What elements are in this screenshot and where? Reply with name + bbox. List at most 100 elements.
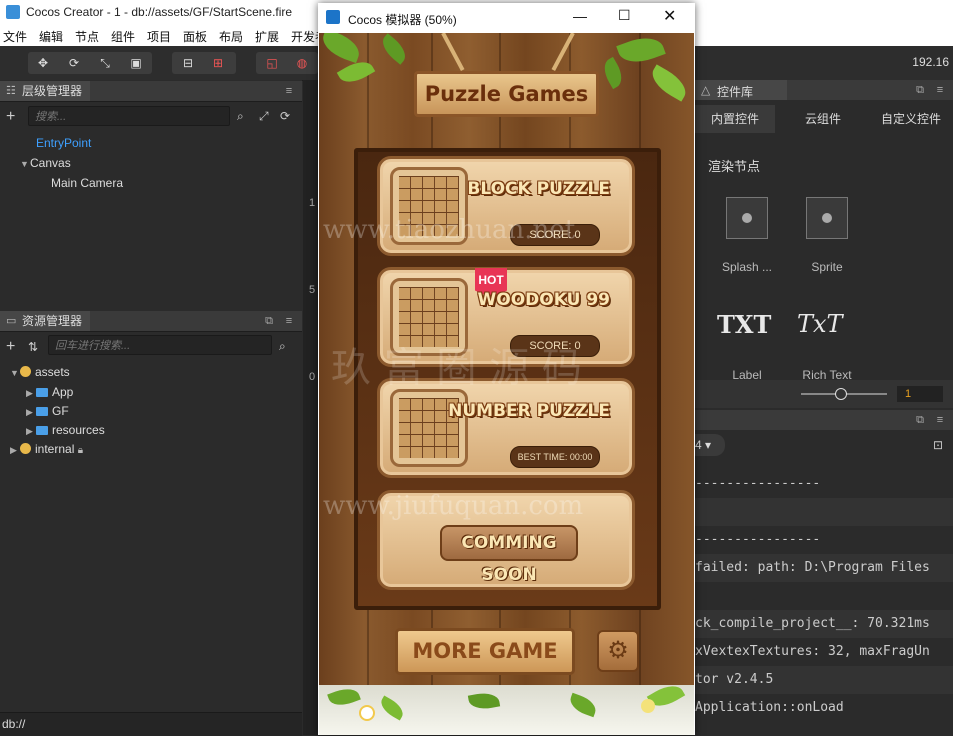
- asset-label: GF: [52, 404, 69, 418]
- gear-icon[interactable]: ⚙: [597, 630, 639, 672]
- ruler-number: 5: [309, 284, 316, 296]
- simulator-title-bar: Cocos 模拟器 (50%) — ☐ ✕: [318, 3, 695, 33]
- expand-arrow-icon[interactable]: ▶: [26, 407, 36, 418]
- assets-tab[interactable]: ▭ 资源管理器: [0, 311, 91, 331]
- rect-tool-icon[interactable]: ▣: [128, 55, 144, 71]
- widget-library-tab[interactable]: △ 控件库: [695, 80, 787, 100]
- asset-item-internal[interactable]: ▶ internal 🔒︎: [10, 442, 83, 456]
- expand-arrow-icon[interactable]: ▼: [20, 159, 30, 169]
- leaf-decoration: [467, 690, 501, 712]
- tree-item-canvas[interactable]: ▼Canvas: [20, 156, 71, 170]
- console-line: tor v2.4.5: [695, 666, 953, 694]
- panel-menu-icon[interactable]: ≡: [282, 314, 296, 328]
- search-icon[interactable]: ⌕: [279, 339, 286, 354]
- menu-panel[interactable]: 面板: [183, 28, 207, 45]
- panel-menu-icon[interactable]: ≡: [282, 84, 296, 98]
- add-node-icon[interactable]: +: [6, 108, 15, 126]
- console-line: failed: path: D:\Program Files: [695, 554, 953, 582]
- asset-item-resources[interactable]: ▶ resources: [26, 423, 105, 437]
- menu-extension[interactable]: 扩展: [255, 28, 279, 45]
- subtab-builtin[interactable]: 内置控件: [695, 105, 775, 133]
- refresh-icon[interactable]: ⟳: [280, 109, 290, 123]
- label-glyph-icon[interactable]: TXT: [717, 310, 771, 339]
- menu-node[interactable]: 节点: [75, 28, 99, 45]
- asset-label: App: [52, 385, 74, 399]
- assets-search-input[interactable]: 回车进行搜索...: [48, 335, 272, 355]
- gizmo-2d-icon[interactable]: ◱: [264, 55, 280, 71]
- panel-menu-icon[interactable]: ≡: [933, 413, 947, 427]
- maximize-icon[interactable]: ⧉: [913, 413, 927, 427]
- hierarchy-tab[interactable]: ☷ 层级管理器: [0, 81, 91, 101]
- card-title: WOODOKU 99: [477, 290, 610, 310]
- menu-edit[interactable]: 编辑: [39, 28, 63, 45]
- expand-arrow-icon[interactable]: ▶: [10, 445, 20, 456]
- watermark: www.tiaozhuan.net: [323, 215, 576, 245]
- leaf-decoration: [377, 33, 411, 65]
- watermark: 玖 富 圈 源 码: [331, 345, 582, 391]
- asset-label: assets: [35, 365, 70, 379]
- maximize-icon[interactable]: ☐: [618, 7, 631, 24]
- menu-component[interactable]: 组件: [111, 28, 135, 45]
- menu-project[interactable]: 项目: [147, 28, 171, 45]
- image-icon[interactable]: [806, 197, 848, 239]
- coming-soon-label: COMMING SOON: [440, 525, 578, 585]
- collapse-console-icon[interactable]: ⊡: [933, 438, 943, 452]
- leaf-decoration: [567, 692, 599, 718]
- rope: [441, 33, 465, 72]
- subtab-custom[interactable]: 自定义控件: [871, 105, 951, 133]
- flower-decoration: [359, 705, 375, 721]
- zoom-slider-handle[interactable]: [835, 388, 847, 400]
- expand-arrow-icon[interactable]: ▶: [26, 388, 36, 399]
- asset-item-gf[interactable]: ▶ GF: [26, 404, 69, 418]
- add-asset-icon[interactable]: +: [6, 338, 15, 356]
- folder-icon: [36, 388, 48, 397]
- search-icon[interactable]: ⌕: [237, 109, 244, 124]
- menu-file[interactable]: 文件: [3, 28, 27, 45]
- tree-item-main-camera[interactable]: Main Camera: [51, 176, 123, 190]
- status-path: db://: [2, 717, 26, 731]
- card-best-time: BEST TIME: 00:00: [510, 446, 600, 468]
- menu-layout[interactable]: 布局: [219, 28, 243, 45]
- rotate-tool-icon[interactable]: ⟳: [66, 55, 82, 71]
- expand-arrow-icon[interactable]: ▼: [10, 368, 20, 378]
- rope: [551, 33, 575, 72]
- image-icon[interactable]: [726, 197, 768, 239]
- transform-tools: ✥ ⟳ ⤡ ▣: [28, 52, 152, 74]
- minimize-icon[interactable]: —: [573, 8, 587, 24]
- leaf-decoration: [616, 33, 666, 69]
- subtab-cloud[interactable]: 云组件: [785, 105, 861, 133]
- game-card-number-puzzle[interactable]: NUMBER PUZZLE BEST TIME: 00:00: [377, 378, 635, 478]
- asset-item-assets[interactable]: ▼ assets: [10, 365, 70, 379]
- gizmo-tools: ◱ ◍: [256, 52, 318, 74]
- asset-item-app[interactable]: ▶ App: [26, 385, 73, 399]
- lock-icon: 🔒︎: [77, 445, 84, 456]
- assets-panel-header: ▭ 资源管理器 ⧉ ≡: [0, 311, 302, 332]
- tree-item-label: Canvas: [30, 156, 71, 170]
- move-tool-icon[interactable]: ✥: [35, 55, 51, 71]
- more-game-button[interactable]: MORE GAME: [395, 628, 575, 675]
- title-sign: Puzzle Games: [414, 71, 599, 117]
- asset-label: internal: [35, 442, 75, 456]
- simulator-title: Cocos 模拟器 (50%): [348, 13, 457, 27]
- log-level-dropdown[interactable]: 4 ▾: [695, 434, 725, 456]
- gizmo-3d-icon[interactable]: ◍: [294, 55, 310, 71]
- close-icon[interactable]: ✕: [663, 6, 676, 26]
- game-canvas[interactable]: Puzzle Games BLOCK PUZZLE SCORE: 0 HOT W…: [319, 33, 694, 735]
- zoom-value-input[interactable]: 1: [897, 386, 943, 402]
- collapse-icon[interactable]: ⤢: [259, 109, 269, 124]
- tree-item-entrypoint[interactable]: EntryPoint: [36, 136, 91, 150]
- pivot-icon[interactable]: ⊟: [180, 55, 196, 71]
- expand-arrow-icon[interactable]: ▶: [26, 426, 36, 437]
- leaf-decoration: [377, 695, 407, 721]
- rich-text-glyph-icon[interactable]: TxT: [797, 310, 843, 338]
- panel-menu-icon[interactable]: ≡: [933, 83, 947, 97]
- maximize-icon[interactable]: ⧉: [262, 314, 276, 328]
- scale-tool-icon[interactable]: ⤡: [97, 55, 113, 71]
- widget-panel-header: △ 控件库 ⧉ ≡: [695, 80, 953, 100]
- game-title: Puzzle Games: [424, 82, 589, 106]
- hierarchy-search-input[interactable]: 搜索...: [28, 106, 230, 126]
- local-icon[interactable]: ⊞: [210, 55, 226, 71]
- maximize-icon[interactable]: ⧉: [913, 83, 927, 97]
- sort-icon[interactable]: ⇅: [28, 340, 38, 354]
- scene-view-edge: 1 5 0: [303, 80, 318, 735]
